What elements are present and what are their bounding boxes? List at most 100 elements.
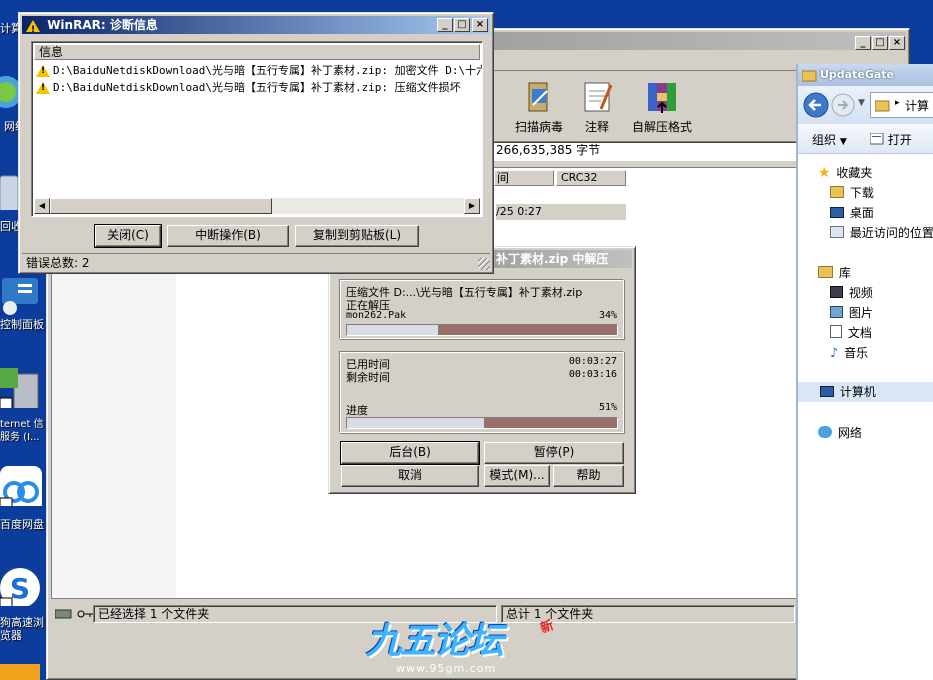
message-row[interactable]: D:\BaiduNetdiskDownload\光与暗【五行专属】补丁素材.zi…	[36, 62, 482, 78]
folder-icon	[802, 70, 817, 82]
explorer-title: UpdateGate	[820, 68, 894, 81]
nav-item-label: 最近访问的位置	[849, 226, 933, 240]
nav-item-downloads[interactable]: 下载	[830, 184, 874, 201]
warning-icon	[36, 64, 50, 77]
nav-item-videos[interactable]: 视频	[830, 284, 873, 301]
diagnostic-title: WinRAR: 诊断信息	[47, 18, 158, 32]
address-bar[interactable]: ▸ 计算	[870, 92, 933, 118]
minimize-button[interactable]: _	[437, 18, 453, 32]
nav-item-music[interactable]: ♪ 音乐	[830, 344, 868, 361]
back-arrow-icon[interactable]	[802, 91, 830, 119]
open-button[interactable]: 打开	[869, 131, 912, 148]
recent-places-icon	[830, 226, 844, 238]
extract-dialog: 补丁素材.zip 中解压 压缩文件 D:...\光与暗【五行专属】补丁素材.zi…	[328, 246, 636, 494]
breadcrumb-separator-icon[interactable]: ▸	[895, 98, 900, 108]
open-label: 打开	[887, 133, 912, 147]
progress-label: 进度	[346, 404, 368, 417]
diagnostic-titlebar: WinRAR: 诊断信息	[22, 16, 490, 39]
pause-button[interactable]: 暂停(P)	[484, 442, 624, 464]
maximize-button[interactable]: □	[454, 18, 470, 32]
toolbar-label: 扫描病毒	[514, 120, 563, 134]
favorites-label: 收藏夹	[836, 166, 873, 180]
copy-to-clipboard-button[interactable]: 复制到剪贴板(L)	[295, 225, 419, 247]
nav-item-label: 桌面	[849, 206, 874, 220]
scroll-right-button[interactable]: ▶	[464, 198, 480, 214]
nav-item-label: 文档	[847, 326, 872, 340]
explorer-navbar: ▼ ▸ 计算	[798, 86, 933, 124]
organize-button[interactable]: 组织 ▼	[812, 131, 847, 148]
toolbar-comment[interactable]: 注释	[575, 79, 619, 135]
current-file-group: 压缩文件 D:...\光与暗【五行专属】补丁素材.zip 正在解压 mon262…	[339, 279, 624, 339]
explorer-window: UpdateGate ▼ ▸ 计算 组织 ▼ 打开 ★ 收藏夹 下载 桌面 最近…	[796, 64, 933, 680]
drive-key-icon	[55, 609, 93, 619]
message-row[interactable]: D:\BaiduNetdiskDownload\光与暗【五行专属】补丁素材.zi…	[36, 79, 482, 95]
time-progress-group: 已用时间 00:03:27 剩余时间 00:03:16 进度 51%	[339, 351, 624, 433]
toolbar-sfx[interactable]: 自解压格式	[627, 79, 697, 135]
help-button[interactable]: 帮助	[553, 465, 624, 487]
nav-item-documents[interactable]: 文档	[830, 324, 872, 341]
extract-dialog-title: 补丁素材.zip 中解压	[496, 252, 609, 266]
message-list-header[interactable]: 信息	[34, 44, 480, 60]
watermark-logo-text: 九五论坛	[366, 621, 504, 662]
chevron-down-icon[interactable]: ▼	[858, 98, 865, 108]
computer-icon	[820, 386, 834, 397]
nav-favorites[interactable]: ★ 收藏夹	[818, 164, 872, 181]
nav-network[interactable]: 网络	[818, 424, 862, 441]
nav-computer[interactable]: 计算机	[798, 382, 933, 402]
nav-item-label: 音乐	[844, 346, 869, 360]
horizontal-scrollbar[interactable]: ◀ ▶	[34, 198, 480, 214]
file-progress-fill	[347, 325, 439, 335]
remaining-label: 剩余时间	[346, 371, 390, 384]
scroll-left-button[interactable]: ◀	[34, 198, 50, 214]
network-label: 网络	[837, 426, 862, 440]
forward-arrow-icon[interactable]	[830, 92, 856, 118]
library-icon	[818, 266, 833, 278]
breadcrumb-computer[interactable]: 计算	[905, 97, 929, 114]
toolbar-scan-virus[interactable]: 扫描病毒	[509, 79, 569, 135]
explorer-command-bar: 组织 ▼ 打开	[798, 124, 933, 154]
warning-icon	[26, 19, 40, 39]
libraries-label: 库	[838, 266, 851, 280]
resize-grip-icon[interactable]	[478, 258, 490, 270]
watermark-badge: 新	[538, 618, 556, 637]
mode-button[interactable]: 模式(M)...	[484, 465, 550, 487]
background-button[interactable]: 后台(B)	[340, 441, 480, 465]
file-percent: 34%	[598, 310, 617, 321]
sogou-browser-icon: S	[0, 568, 40, 606]
watermark-url: www.95gm.com	[396, 662, 497, 675]
desktop-icon-partial[interactable]	[0, 664, 40, 680]
music-icon: ♪	[830, 346, 839, 361]
toolbar-label: 注释	[584, 120, 609, 134]
file-row-date[interactable]: /25 0:27	[496, 204, 626, 220]
diagnostic-dialog: WinRAR: 诊断信息 _ □ × 信息 D:\BaiduNetdiskDow…	[18, 12, 494, 274]
column-header-crc32[interactable]: CRC32	[556, 170, 626, 186]
current-file-name: mon262.Pak	[346, 310, 407, 321]
nav-libraries[interactable]: 库	[818, 264, 851, 281]
close-button[interactable]: ×	[889, 36, 905, 50]
maximize-button[interactable]: □	[872, 36, 888, 50]
star-icon: ★	[818, 165, 831, 181]
nav-item-label: 视频	[848, 286, 873, 300]
cancel-button[interactable]: 取消	[341, 465, 479, 487]
nav-item-desktop[interactable]: 桌面	[830, 204, 874, 221]
scroll-thumb[interactable]	[50, 198, 272, 214]
file-progress-bar	[346, 324, 618, 336]
nav-item-recent[interactable]: 最近访问的位置	[830, 224, 933, 241]
nav-item-pictures[interactable]: 图片	[830, 304, 873, 321]
archive-size-text: 266,635,385 字节	[496, 143, 601, 157]
error-count: 错误总数: 2	[22, 253, 490, 271]
sfx-icon	[648, 83, 676, 113]
abort-operation-button[interactable]: 中断操作(B)	[167, 225, 289, 247]
close-dialog-button[interactable]: 关闭(C)	[94, 224, 162, 248]
minimize-button[interactable]: _	[855, 36, 871, 50]
control-panel-icon	[2, 278, 38, 315]
video-icon	[830, 286, 843, 298]
navigation-pane: ★ 收藏夹 下载 桌面 最近访问的位置 库 视频 图片 文档 ♪ 音乐 计算机 …	[798, 154, 933, 680]
desktop-icon	[830, 207, 844, 218]
close-button[interactable]: ×	[472, 18, 488, 32]
computer-label: 计算机	[839, 385, 876, 399]
chevron-down-icon: ▼	[839, 137, 847, 147]
nav-item-label: 下载	[849, 186, 874, 200]
column-header-time[interactable]: 间	[494, 170, 554, 186]
network-icon	[818, 426, 832, 438]
